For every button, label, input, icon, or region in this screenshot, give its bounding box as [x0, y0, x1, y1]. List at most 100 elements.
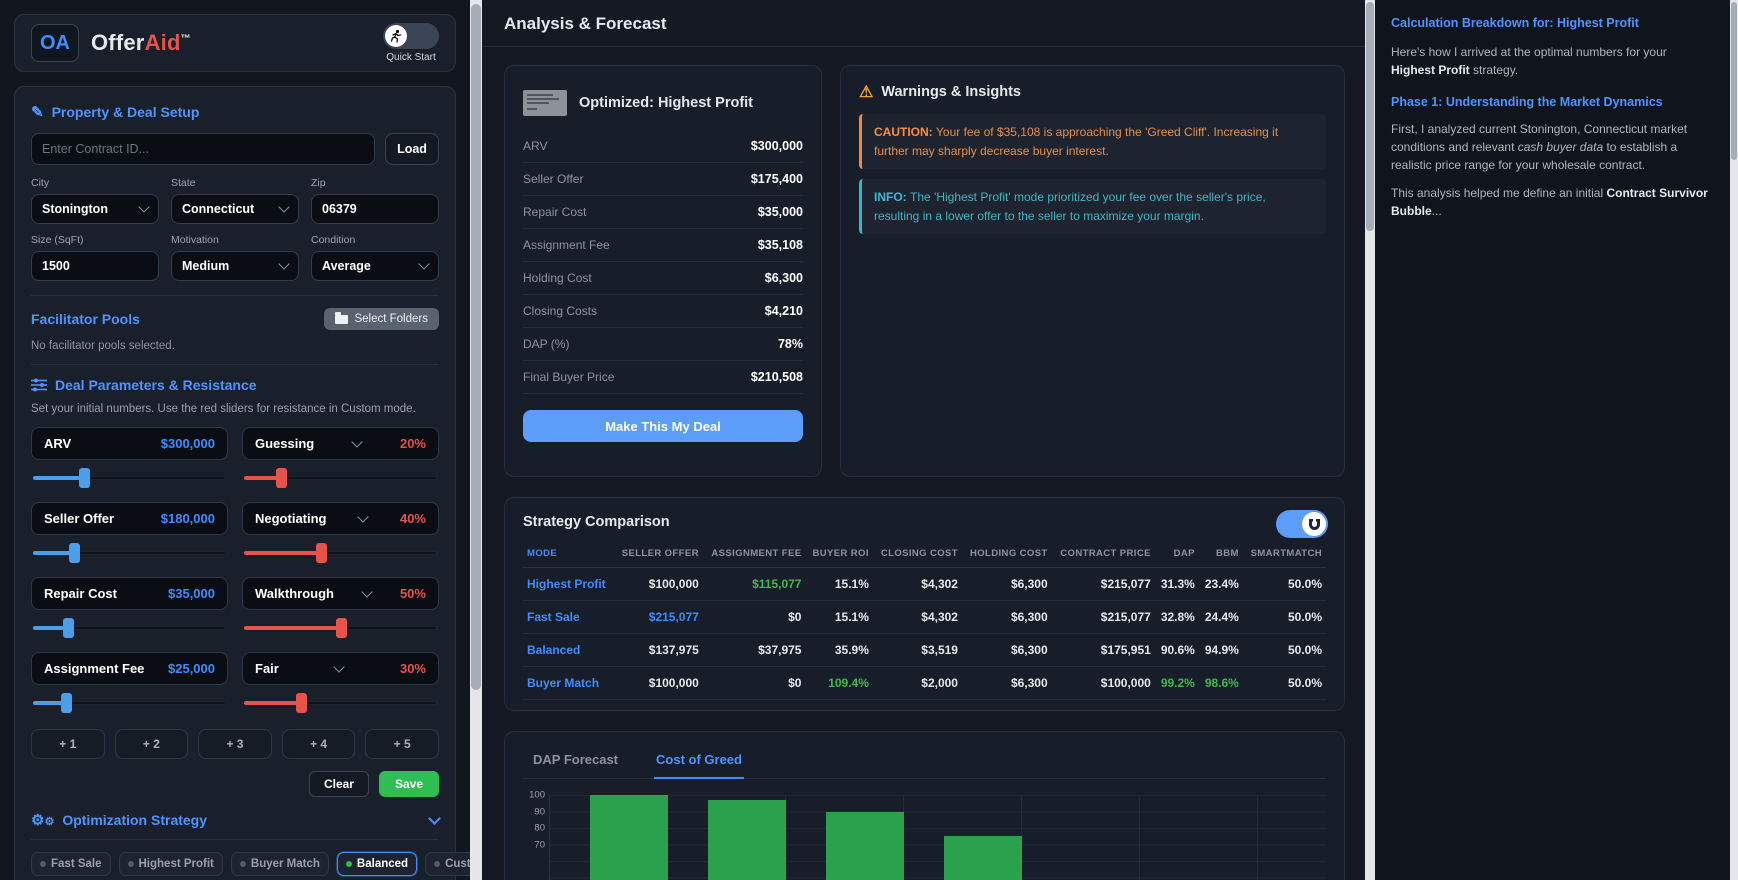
slider-thumb[interactable]: [61, 693, 73, 713]
magnet-icon: [1308, 518, 1320, 530]
divider: [31, 295, 439, 296]
right-scrollbar[interactable]: [1730, 0, 1738, 880]
detail-row: Holding Cost $6,300: [523, 262, 803, 295]
add-2-button[interactable]: + 2: [114, 729, 189, 759]
make-this-my-deal-button[interactable]: Make This My Deal: [523, 410, 803, 442]
breakdown-panel: Calculation Breakdown for: Highest Profi…: [1375, 0, 1730, 880]
assignment-fee-slider[interactable]: [31, 693, 228, 713]
select-folders-button[interactable]: Select Folders: [324, 308, 439, 330]
strategy-pill-highest-profit[interactable]: Highest Profit: [118, 852, 223, 876]
detail-row: DAP (%) 78%: [523, 328, 803, 361]
save-button[interactable]: Save: [378, 771, 439, 797]
load-button[interactable]: Load: [385, 133, 439, 165]
optimized-title: Optimized: Highest Profit: [579, 95, 753, 111]
arv-slider[interactable]: [31, 468, 228, 488]
strategy-pill-custom[interactable]: Custom: [425, 852, 470, 876]
city-select[interactable]: Stonington: [31, 194, 159, 224]
mode-link[interactable]: Highest Profit: [523, 567, 614, 601]
slider-thumb[interactable]: [276, 468, 288, 488]
col-mode: MODE: [523, 542, 614, 568]
resistance-box-negotiating[interactable]: Negotiating 40%: [242, 502, 439, 535]
bar-plot: [549, 795, 1326, 880]
edit-note-icon: ✎: [31, 104, 44, 121]
mode-link[interactable]: Fast Sale: [523, 600, 614, 634]
deal-setup-card: ✎ Property & Deal Setup Load City Stonin…: [14, 86, 470, 880]
repair-cost-slider[interactable]: [31, 618, 228, 638]
scrollbar-thumb[interactable]: [471, 4, 481, 691]
add-4-button[interactable]: + 4: [281, 729, 356, 759]
resistance-box-walkthrough[interactable]: Walkthrough 50%: [242, 577, 439, 610]
detail-row: Closing Costs $4,210: [523, 295, 803, 328]
breakdown-paragraph: First, I analyzed current Stonington, Co…: [1391, 121, 1688, 172]
slider-thumb[interactable]: [296, 693, 308, 713]
scrollbar-thumb[interactable]: [1731, 2, 1737, 161]
zip-input[interactable]: 06379: [311, 194, 439, 224]
guessing-slider[interactable]: [242, 468, 439, 488]
slider-thumb[interactable]: [63, 618, 75, 638]
detail-row: Seller Offer $175,400: [523, 163, 803, 196]
state-label: State: [171, 177, 196, 189]
warnings-card: ⚠ Warnings & Insights CAUTION: Your fee …: [840, 65, 1345, 477]
negotiating-slider[interactable]: [242, 543, 439, 563]
city-label: City: [31, 177, 50, 189]
add-3-button[interactable]: + 3: [198, 729, 272, 759]
optimized-card: Optimized: Highest Profit ARV $300,000 Se…: [504, 65, 822, 477]
add-1-button[interactable]: + 1: [31, 729, 105, 759]
folder-icon: [335, 311, 349, 324]
phase-1-heading: Phase 1: Understanding the Market Dynami…: [1391, 94, 1663, 109]
resistance-box-fair[interactable]: Fair 30%: [242, 652, 439, 685]
brand-logo: OA: [31, 24, 79, 62]
main-scrollbar[interactable]: [1365, 0, 1375, 880]
slider-thumb[interactable]: [69, 543, 81, 563]
col-smartmatch: SMARTMATCH: [1242, 542, 1326, 568]
tab-cost-of-greed[interactable]: Cost of Greed: [654, 746, 744, 779]
state-select[interactable]: Connecticut: [171, 194, 299, 224]
strategy-pill-balanced[interactable]: Balanced: [336, 852, 418, 876]
slider-thumb[interactable]: [79, 468, 91, 488]
caution-note: CAUTION: Your fee of $35,108 is approach…: [859, 114, 1326, 170]
clear-button[interactable]: Clear: [308, 771, 369, 797]
sidebar: OA OfferAid™ Quick Start ✎ Property & De…: [0, 0, 470, 880]
y-axis-labels: 100 90 80 70: [529, 789, 545, 851]
gears-icon: ⚙⚙: [31, 812, 55, 829]
slider-thumb[interactable]: [315, 543, 327, 563]
tab-dap-forecast[interactable]: DAP Forecast: [531, 746, 620, 778]
slider-thumb[interactable]: [335, 618, 347, 638]
motivation-select[interactable]: Medium: [171, 251, 299, 281]
scrollbar-thumb[interactable]: [1366, 2, 1374, 231]
col-buyer-roi: BUYER ROI: [805, 542, 873, 568]
facilitator-title: Facilitator Pools: [31, 311, 140, 327]
col-assignment-fee: ASSIGNMENT FEE: [702, 542, 806, 568]
quick-start-label: Quick Start: [386, 52, 436, 63]
status-dot: [239, 861, 246, 867]
chevron-down-icon: [138, 201, 150, 213]
fair-slider[interactable]: [242, 693, 439, 713]
size-label: Size (SqFt): [31, 234, 84, 246]
sidebar-scrollbar[interactable]: [470, 0, 482, 880]
comparison-table: MODE SELLER OFFER ASSIGNMENT FEE BUYER R…: [523, 542, 1326, 700]
seller-offer-slider[interactable]: [31, 543, 228, 563]
table-row: Highest Profit $100,000 $115,077 15.1% $…: [523, 567, 1326, 601]
smartmatch-toggle[interactable]: [1276, 510, 1328, 538]
add-5-button[interactable]: + 5: [365, 729, 439, 759]
condition-select[interactable]: Average: [311, 251, 439, 281]
cost-of-greed-chart: 100 90 80 70: [523, 789, 1326, 880]
collapse-chevron-icon[interactable]: [428, 811, 441, 825]
col-closing-cost: CLOSING COST: [872, 542, 962, 568]
chart-bar: [708, 799, 786, 880]
comparison-title: Strategy Comparison: [523, 514, 670, 530]
contract-id-input[interactable]: [31, 133, 375, 165]
strategy-pill-buyer-match[interactable]: Buyer Match: [230, 852, 329, 876]
resistance-box-guessing[interactable]: Guessing 20%: [242, 427, 439, 460]
size-input[interactable]: 1500: [31, 251, 159, 281]
chevron-down-icon: [333, 660, 346, 673]
mode-link[interactable]: Buyer Match: [523, 666, 614, 700]
strategy-pill-fast-sale[interactable]: Fast Sale: [31, 852, 111, 876]
warnings-title: Warnings & Insights: [881, 84, 1021, 100]
quick-start-toggle[interactable]: [383, 23, 439, 49]
zip-label: Zip: [311, 177, 326, 189]
table-row: Buyer Match $100,000 $0 109.4% $2,000 $6…: [523, 666, 1326, 700]
walkthrough-slider[interactable]: [242, 618, 439, 638]
runner-icon: [385, 25, 407, 47]
mode-link[interactable]: Balanced: [523, 633, 614, 667]
